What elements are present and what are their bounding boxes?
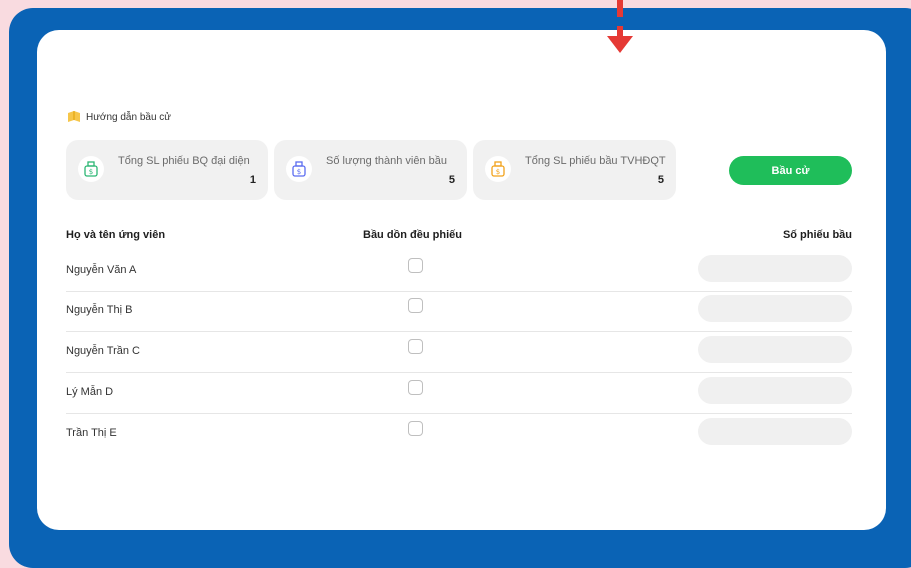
pointer-arrow-icon <box>607 36 633 53</box>
stat-value: 5 <box>657 174 664 186</box>
ballot-box-icon: $ <box>78 156 104 182</box>
vote-button[interactable]: Bầu cử <box>729 156 852 185</box>
stat-card-representative-votes: $ Tổng SL phiếu BQ đại diện 1 <box>66 140 268 200</box>
svg-text:$: $ <box>297 168 301 176</box>
vote-count-input[interactable] <box>698 255 852 282</box>
candidate-name: Trần Thị E <box>66 427 117 439</box>
voting-guide-label: Hướng dẫn bầu cử <box>86 111 171 123</box>
cumulative-vote-checkbox[interactable] <box>408 380 423 395</box>
ballot-box-icon: $ <box>485 156 511 182</box>
guide-book-icon <box>68 111 80 122</box>
ballot-box-svg: $ <box>491 161 505 177</box>
stat-value: 5 <box>448 174 455 186</box>
candidate-name: Nguyễn Trần C <box>66 345 140 357</box>
table-row: Trần Thị E <box>66 414 852 454</box>
table-row: Lý Mẫn D <box>66 373 852 414</box>
header-cumulative-vote: Bầu dồn đều phiếu <box>363 229 462 241</box>
svg-text:$: $ <box>89 168 93 176</box>
table-row: Nguyễn Thị B <box>66 291 852 332</box>
ballot-box-svg: $ <box>292 161 306 177</box>
stat-value: 1 <box>249 174 256 186</box>
cumulative-vote-checkbox[interactable] <box>408 258 423 273</box>
svg-text:$: $ <box>496 168 500 176</box>
candidate-name: Lý Mẫn D <box>66 386 114 398</box>
cumulative-vote-checkbox[interactable] <box>408 339 423 354</box>
table-row: Nguyễn Văn A <box>66 251 852 292</box>
table-row: Nguyễn Trần C <box>66 332 852 373</box>
vote-count-input[interactable] <box>698 336 852 363</box>
cumulative-vote-checkbox[interactable] <box>408 298 423 313</box>
voting-guide-link[interactable]: Hướng dẫn bầu cử <box>66 110 171 124</box>
candidate-name: Nguyễn Văn A <box>66 264 137 276</box>
vote-count-input[interactable] <box>698 418 852 445</box>
stat-label: Tổng SL phiếu BQ đại diện <box>118 155 250 167</box>
ballot-box-icon: $ <box>286 156 312 182</box>
cumulative-vote-checkbox[interactable] <box>408 421 423 436</box>
header-vote-count: Số phiếu bầu <box>782 229 852 241</box>
vote-count-input[interactable] <box>698 295 852 322</box>
stat-label: Số lượng thành viên bầu <box>326 155 447 167</box>
candidate-name: Nguyễn Thị B <box>66 304 133 316</box>
stat-card-voting-members: $ Số lượng thành viên bầu 5 <box>274 140 467 200</box>
stat-card-board-votes: $ Tổng SL phiếu bầu TVHĐQT 5 <box>473 140 676 200</box>
stat-label: Tổng SL phiếu bầu TVHĐQT <box>525 155 666 167</box>
header-candidate-name: Họ và tên ứng viên <box>66 229 166 241</box>
ballot-box-svg: $ <box>84 161 98 177</box>
pointer-arrow-stem <box>617 0 623 17</box>
vote-count-input[interactable] <box>698 377 852 404</box>
